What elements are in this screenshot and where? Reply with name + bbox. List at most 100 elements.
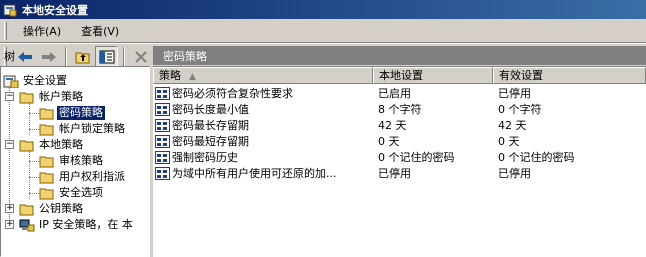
local-setting: 已停用 [378, 167, 411, 180]
column-header-label: 有效设置 [499, 69, 543, 82]
expand-toggle[interactable]: + [5, 204, 14, 213]
collapse-toggle[interactable]: − [5, 140, 14, 149]
local-setting: 8 个字符 [378, 103, 422, 116]
effective-setting: 0 天 [498, 135, 520, 148]
tree-item-label: 本地策略 [39, 138, 83, 151]
tree-item-label: 用户权利指派 [59, 170, 125, 183]
column-header-label: 策略 [159, 69, 181, 82]
tree-item-audit-policy[interactable]: 审核策略 [39, 153, 105, 169]
tree-line [29, 129, 39, 130]
folder-icon [39, 124, 54, 136]
delete-x-icon [134, 50, 147, 63]
policy-icon [155, 119, 170, 132]
folder-icon [19, 92, 34, 104]
list-row[interactable]: 强制密码历史 0 个记住的密码 0 个记住的密码 [153, 149, 646, 166]
list-row[interactable]: 密码长度最小值 8 个字符 0 个字符 [153, 101, 646, 118]
folder-icon [19, 140, 34, 152]
folder-icon [39, 108, 54, 120]
column-header-effective-setting[interactable]: 有效设置 [493, 67, 646, 84]
up-level-button[interactable] [71, 46, 94, 68]
effective-setting: 已停用 [498, 167, 531, 180]
local-setting: 0 天 [378, 135, 400, 148]
policy-name: 密码最长存留期 [172, 119, 249, 132]
column-header-local-setting[interactable]: 本地设置 [373, 67, 493, 84]
toolbar-separator [123, 46, 125, 67]
tree-tab-label: 树 [4, 50, 15, 63]
effective-setting: 已停用 [498, 87, 531, 100]
folder-icon [39, 172, 54, 184]
tree-line [29, 151, 30, 199]
tree-item-label: IP 安全策略，在 本 [39, 218, 133, 231]
tree-item-label: 审核策略 [59, 154, 103, 167]
ip-security-icon [19, 219, 35, 232]
column-header-label: 本地设置 [379, 69, 423, 82]
list-row[interactable]: 密码最短存留期 0 天 0 天 [153, 133, 646, 150]
policy-icon [155, 103, 170, 116]
toolbar-separator [65, 46, 67, 67]
content-header: 密码策略 [153, 46, 646, 65]
folder-up-icon [75, 52, 89, 63]
effective-setting: 42 天 [498, 119, 527, 132]
tree-item-label: 密码策略 [56, 105, 106, 121]
tree-item-password-policy[interactable]: 密码策略 [39, 105, 106, 121]
effective-setting: 0 个字符 [498, 103, 542, 116]
collapse-toggle[interactable]: − [5, 92, 14, 101]
list-row[interactable]: 为域中所有用户使用可还原的加... 已停用 已停用 [153, 165, 646, 182]
tree-item-user-rights[interactable]: 用户权利指派 [39, 169, 127, 185]
tree-line [29, 103, 30, 135]
policy-icon [155, 151, 170, 164]
policy-name: 为域中所有用户使用可还原的加... [172, 167, 337, 180]
tree-line [29, 113, 39, 114]
policy-name: 密码长度最小值 [172, 103, 249, 116]
local-setting: 42 天 [378, 119, 407, 132]
tree-item-label: 帐户锁定策略 [59, 122, 125, 135]
policy-list: 策略 ▲ 本地设置 有效设置 密码必须符合复杂性要求 已启用 已停用 密码长度最小… [153, 66, 646, 257]
tree-item-local-policy[interactable]: 本地策略 [19, 137, 85, 153]
tree-item-public-key-policy[interactable]: 公钥策略 [19, 201, 85, 217]
tree-line [29, 177, 39, 178]
folder-icon [39, 188, 54, 200]
menu-grip [4, 21, 7, 40]
tree-item-label: 帐户策略 [39, 90, 83, 103]
list-row[interactable]: 密码最长存留期 42 天 42 天 [153, 117, 646, 134]
forward-button[interactable] [37, 46, 60, 68]
tree-item-security-options[interactable]: 安全选项 [39, 185, 105, 201]
tree-item-lockout-policy[interactable]: 帐户锁定策略 [39, 121, 127, 137]
menu-view[interactable]: 查看(V) [73, 21, 127, 41]
tree-item-label: 公钥策略 [39, 202, 83, 215]
tree-item-account-policy[interactable]: 帐户策略 [19, 89, 85, 105]
tree-pane: 安全设置 − 帐户策略 密码策略 帐户锁定策略 − 本地策略 审核策略 用户权利… [0, 66, 150, 257]
policy-name: 密码最短存留期 [172, 135, 249, 148]
policy-icon [155, 135, 170, 148]
security-settings-icon [3, 75, 19, 88]
list-row[interactable]: 密码必须符合复杂性要求 已启用 已停用 [153, 85, 646, 102]
tree-item-security-settings[interactable]: 安全设置 [3, 73, 69, 89]
forward-arrow-icon [41, 51, 56, 62]
app-icon [2, 2, 18, 18]
column-header-policy[interactable]: 策略 ▲ [153, 67, 373, 84]
tree-item-label: 安全设置 [23, 74, 67, 87]
content-header-title: 密码策略 [163, 49, 207, 63]
folder-icon [39, 156, 54, 168]
sort-ascending-icon: ▲ [189, 72, 196, 82]
tree-pane-icon [99, 50, 114, 63]
title-bar: 本地安全设置 [0, 0, 646, 19]
tree-item-label: 安全选项 [59, 186, 103, 199]
policy-name: 密码必须符合复杂性要求 [172, 87, 293, 100]
tree-item-ip-security-policy[interactable]: IP 安全策略，在 本 [19, 217, 135, 233]
menu-action[interactable]: 操作(A) [15, 21, 69, 41]
policy-icon [155, 87, 170, 100]
local-setting: 已启用 [378, 87, 411, 100]
tree-line [29, 193, 39, 194]
folder-icon [19, 204, 34, 216]
delete-button[interactable] [129, 46, 152, 68]
tree-line [29, 161, 39, 162]
show-tree-button[interactable] [95, 45, 118, 68]
tree-tab[interactable]: 树 [0, 46, 22, 65]
expand-toggle[interactable]: + [5, 220, 14, 229]
local-setting: 0 个记住的密码 [378, 151, 455, 164]
menu-bar: 操作(A) 查看(V) [0, 19, 646, 43]
effective-setting: 0 个记住的密码 [498, 151, 575, 164]
policy-icon [155, 167, 170, 180]
policy-name: 强制密码历史 [172, 151, 238, 164]
